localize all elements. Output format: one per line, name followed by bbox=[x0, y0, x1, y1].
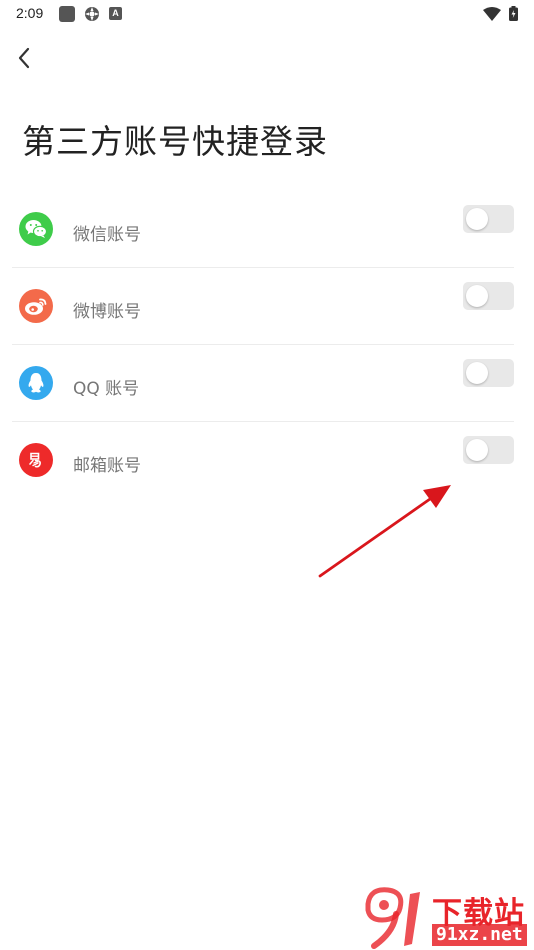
account-list: 微信账号 微博账号 QQ 账号 邮箱账号 bbox=[12, 191, 514, 499]
page-title: 第三方账号快捷登录 bbox=[22, 122, 328, 161]
watermark-logo-icon bbox=[365, 887, 420, 949]
font-notification-icon: A bbox=[109, 7, 122, 20]
toggle-knob bbox=[466, 285, 488, 307]
mail-toggle[interactable] bbox=[463, 436, 514, 464]
qq-icon bbox=[19, 366, 53, 400]
status-time: 2:09 bbox=[16, 5, 44, 21]
netease-mail-icon bbox=[19, 443, 53, 477]
account-row-qq: QQ 账号 bbox=[12, 345, 514, 422]
back-button[interactable] bbox=[10, 42, 38, 74]
battery-icon bbox=[509, 6, 518, 21]
toggle-knob bbox=[466, 362, 488, 384]
status-bar: 2:09 A bbox=[0, 0, 534, 28]
square-notification-icon bbox=[59, 6, 75, 22]
weibo-icon bbox=[19, 289, 53, 323]
wechat-icon bbox=[19, 212, 53, 246]
gear-notification-icon bbox=[85, 7, 99, 21]
wifi-icon bbox=[483, 7, 501, 21]
account-label: 邮箱账号 bbox=[73, 456, 141, 476]
account-label: QQ 账号 bbox=[73, 379, 140, 399]
weibo-toggle[interactable] bbox=[463, 282, 514, 310]
account-label: 微信账号 bbox=[73, 225, 141, 245]
account-row-wechat: 微信账号 bbox=[12, 191, 514, 268]
chevron-left-icon bbox=[18, 47, 30, 69]
watermark: 下载站 91xz.net bbox=[360, 884, 530, 950]
account-row-weibo: 微博账号 bbox=[12, 268, 514, 345]
watermark-domain: 91xz.net bbox=[432, 924, 527, 946]
wechat-toggle[interactable] bbox=[463, 205, 514, 233]
toggle-knob bbox=[466, 208, 488, 230]
toggle-knob bbox=[466, 439, 488, 461]
qq-toggle[interactable] bbox=[463, 359, 514, 387]
annotation-arrow bbox=[318, 485, 451, 578]
account-label: 微博账号 bbox=[73, 302, 141, 322]
